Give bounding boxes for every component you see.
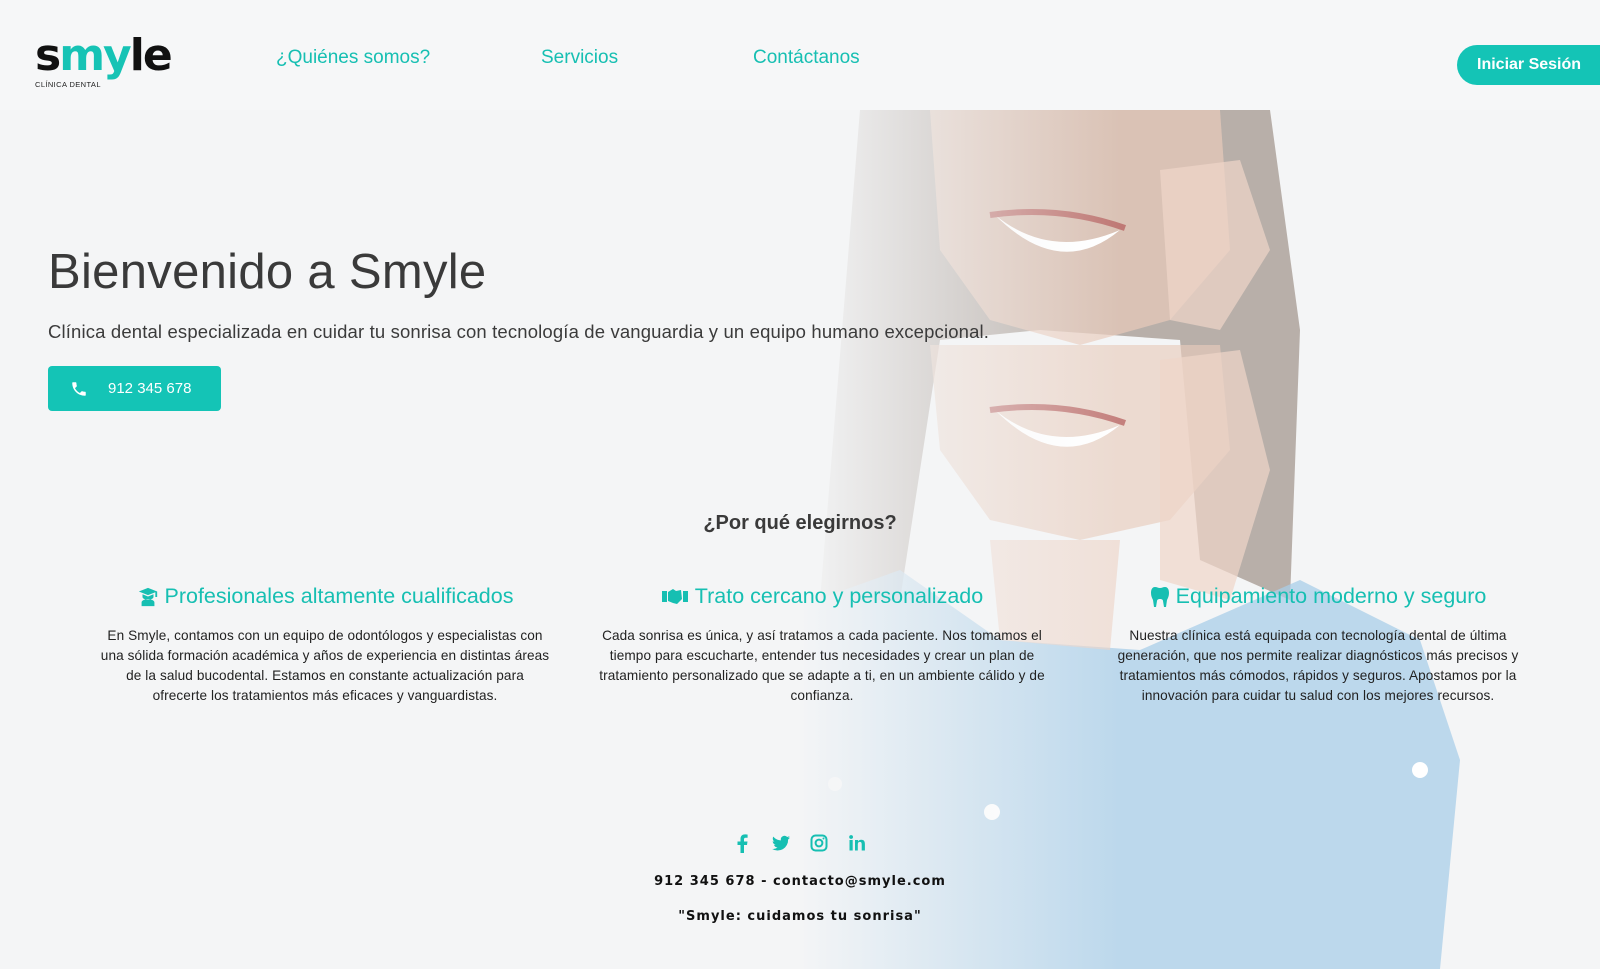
feature-professionals: Profesionales altamente cualificados En … <box>100 584 550 706</box>
feature-text: Nuestra clínica está equipada con tecnol… <box>1117 628 1519 703</box>
footer-quote: "Smyle: cuidamos tu sonrisa" <box>678 909 922 924</box>
phone-icon <box>70 380 88 398</box>
instagram-icon[interactable] <box>809 833 829 853</box>
nav-contactanos[interactable]: Contáctanos <box>753 47 860 69</box>
hero-title: Bienvenido a Smyle <box>48 245 487 299</box>
facebook-icon[interactable] <box>733 833 753 853</box>
feature-personalized: Trato cercano y personalizado Cada sonri… <box>592 584 1052 706</box>
hero-section: Bienvenido a Smyle <box>48 244 486 300</box>
handshake-icon <box>661 588 688 604</box>
social-links <box>0 833 1600 853</box>
feature-equipment: Equipamiento moderno y seguro Nuestra cl… <box>1098 584 1538 706</box>
logo-subtitle: CLÍNICA DENTAL <box>35 80 101 89</box>
logo-wordmark: smyle <box>35 30 173 81</box>
feature-title: Equipamiento moderno y seguro <box>1175 584 1487 608</box>
hero-subtitle: Clínica dental especializada en cuidar t… <box>48 321 990 342</box>
feature-text: Cada sonrisa es única, y así tratamos a … <box>599 628 1045 703</box>
feature-title: Trato cercano y personalizado <box>694 584 984 608</box>
graduate-icon <box>138 587 157 606</box>
nav-servicios[interactable]: Servicios <box>541 47 618 69</box>
hero-background-photo <box>0 0 1600 969</box>
phone-number-label: 912 345 678 <box>108 380 192 397</box>
nav-quienes-somos[interactable]: ¿Quiénes somos? <box>276 47 430 69</box>
footer-contact: 912 345 678 - contacto@smyle.com <box>654 874 946 889</box>
login-button[interactable]: Iniciar Sesión <box>1457 45 1600 85</box>
feature-title: Profesionales altamente cualificados <box>164 584 514 608</box>
feature-text: En Smyle, contamos con un equipo de odon… <box>100 628 550 703</box>
tooth-icon <box>1150 586 1169 607</box>
smyle-logo[interactable]: smyle CLÍNICA DENTAL <box>35 34 185 94</box>
twitter-icon[interactable] <box>771 833 791 853</box>
phone-call-button[interactable]: 912 345 678 <box>48 366 221 411</box>
site-header: smyle CLÍNICA DENTAL ¿Quiénes somos? Ser… <box>0 0 1600 110</box>
linkedin-icon[interactable] <box>847 833 867 853</box>
why-choose-us-title: ¿Por qué elegirnos? <box>703 512 897 534</box>
